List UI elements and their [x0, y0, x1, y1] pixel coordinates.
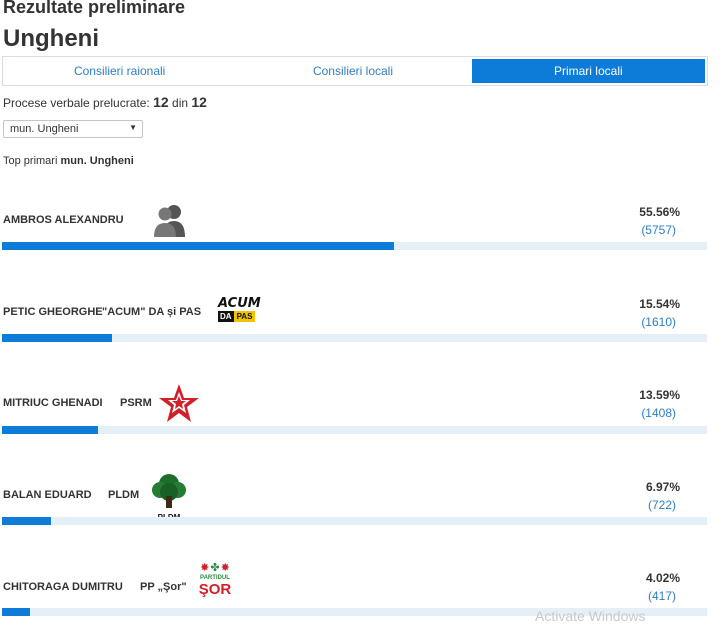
- processed-total: 12: [191, 94, 207, 110]
- top-label: Top primari mun. Ungheni: [3, 155, 134, 167]
- vote-bar-fill: [2, 608, 31, 616]
- candidate-votes: (417): [647, 589, 676, 603]
- sor-ornament-icon: ✸ ✤ ✸: [200, 562, 230, 574]
- tab-consilieri-raionali[interactable]: Consilieri raionali: [3, 57, 236, 85]
- candidate-name: AMBROS ALEXANDRU: [3, 214, 124, 226]
- processed-count: Procese verbale prelucrate: 12 din 12: [3, 94, 207, 110]
- psrm-star-logo: [158, 382, 200, 424]
- vote-bar-track: [2, 426, 707, 434]
- candidate-party: PP „Şor": [140, 581, 187, 593]
- vote-bar-fill: [2, 517, 52, 525]
- vote-bar-track: [2, 517, 707, 525]
- vote-bar-fill: [2, 426, 98, 434]
- vote-bar-track: [2, 242, 707, 250]
- vote-bar-fill: [2, 334, 112, 342]
- vote-bar-fill: [2, 242, 394, 250]
- processed-done: 12: [153, 94, 169, 110]
- candidate-name: BALAN EDUARD: [3, 489, 92, 501]
- candidate-votes: (1610): [641, 315, 676, 329]
- acum-logo: ACUM DA PAS: [218, 297, 264, 323]
- candidate-party: "ACUM" DA și PAS: [102, 306, 202, 318]
- candidate-percent: 4.02%: [645, 571, 680, 585]
- candidate-name: CHITORAGA DUMITRU: [3, 581, 123, 593]
- top-label-prefix: Top primari: [3, 155, 58, 167]
- processed-label: Procese verbale prelucrate:: [3, 96, 150, 110]
- chevron-down-icon: ▼: [129, 123, 137, 132]
- sor-logo-name: ŞOR: [198, 581, 232, 598]
- top-label-locality: mun. Ungheni: [60, 155, 134, 167]
- page-title: Ungheni: [3, 25, 99, 52]
- candidate-percent: 15.54%: [639, 297, 680, 311]
- vote-bar-track: [2, 334, 707, 342]
- acum-logo-title: ACUM: [218, 296, 261, 311]
- acum-logo-right: PAS: [233, 311, 256, 322]
- candidate-percent: 55.56%: [639, 205, 680, 219]
- acum-logo-left: DA: [218, 311, 234, 322]
- tab-consilieri-locali[interactable]: Consilieri locali: [236, 57, 469, 85]
- candidate-votes: (5757): [641, 223, 676, 237]
- locality-select[interactable]: mun. Ungheni ▼: [3, 120, 143, 138]
- candidate-percent: 13.59%: [639, 388, 680, 402]
- results-tabs: Consilieri raionali Consilieri locali Pr…: [2, 56, 708, 86]
- locality-select-value: mun. Ungheni: [10, 123, 79, 135]
- os-activation-watermark: Activate Windows: [535, 608, 646, 624]
- sor-logo: ✸ ✤ ✸ PARTIDUL ŞOR: [194, 563, 236, 609]
- tab-primari-locali[interactable]: Primari locali: [471, 59, 705, 83]
- candidate-percent: 6.97%: [645, 480, 680, 494]
- candidate-votes: (1408): [641, 406, 676, 420]
- candidate-party: PSRM: [120, 397, 152, 409]
- candidate-votes: (722): [647, 498, 676, 512]
- independent-silhouette-icon: [150, 203, 190, 237]
- candidate-name: MITRIUC GHENADI: [3, 397, 103, 409]
- pldm-tree-logo: PLDM: [150, 472, 188, 522]
- processed-sep: din: [172, 96, 189, 110]
- candidate-name: PETIC GHEORGHE: [3, 306, 103, 318]
- page-heading: Rezultate preliminare: [3, 0, 186, 17]
- candidate-party: PLDM: [108, 489, 140, 501]
